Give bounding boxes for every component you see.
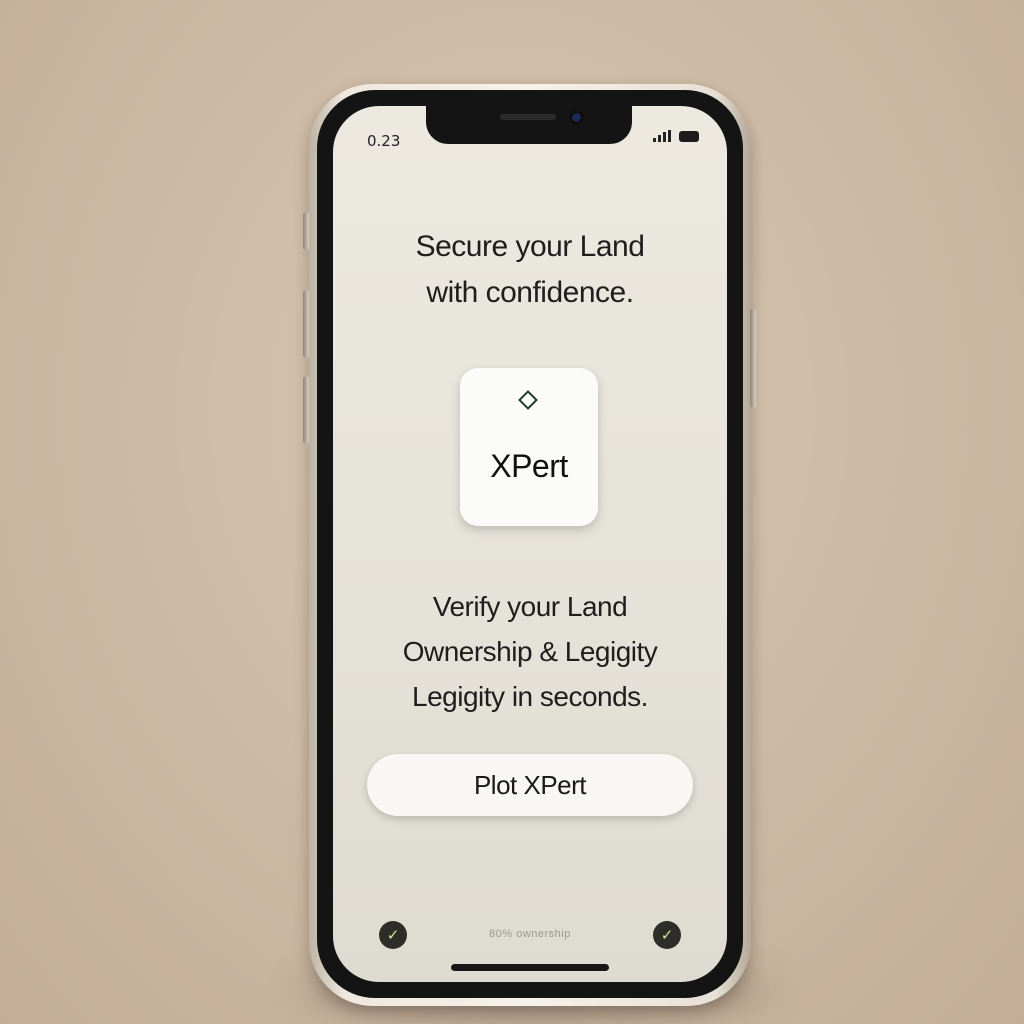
front-camera-icon <box>572 113 581 122</box>
power-button <box>750 308 756 408</box>
plot-xpert-button[interactable]: Plot XPert <box>367 754 693 816</box>
app-logo-label: XPert <box>490 448 568 484</box>
description-line-1: Verify your Land <box>432 591 628 622</box>
app-logo-tile[interactable]: XPert <box>460 368 598 526</box>
headline-line-1: Secure your Land <box>415 230 645 263</box>
home-indicator[interactable] <box>451 964 609 971</box>
volume-up-button <box>303 290 309 358</box>
battery-icon <box>679 130 699 142</box>
speaker-grille <box>500 114 556 120</box>
headline: Secure your Land with confidence. <box>333 224 727 316</box>
check-icon-right[interactable]: ✓ <box>653 921 681 949</box>
status-time: 0.23 <box>367 132 401 150</box>
notch <box>426 106 632 144</box>
status-icons <box>653 130 699 142</box>
diamond-icon <box>518 390 538 410</box>
description-line-2: Ownership & Legigity <box>402 636 658 667</box>
description-line-3: Legigity in seconds. <box>412 681 648 712</box>
headline-line-2: with confidence. <box>426 276 634 309</box>
signal-icon <box>653 130 671 142</box>
description: Verify your Land Ownership & Legigity Le… <box>333 584 727 719</box>
volume-down-button <box>303 376 309 444</box>
action-button <box>303 212 309 250</box>
phone-screen: 0.23 Secure your Land with confidence. X… <box>333 106 727 982</box>
